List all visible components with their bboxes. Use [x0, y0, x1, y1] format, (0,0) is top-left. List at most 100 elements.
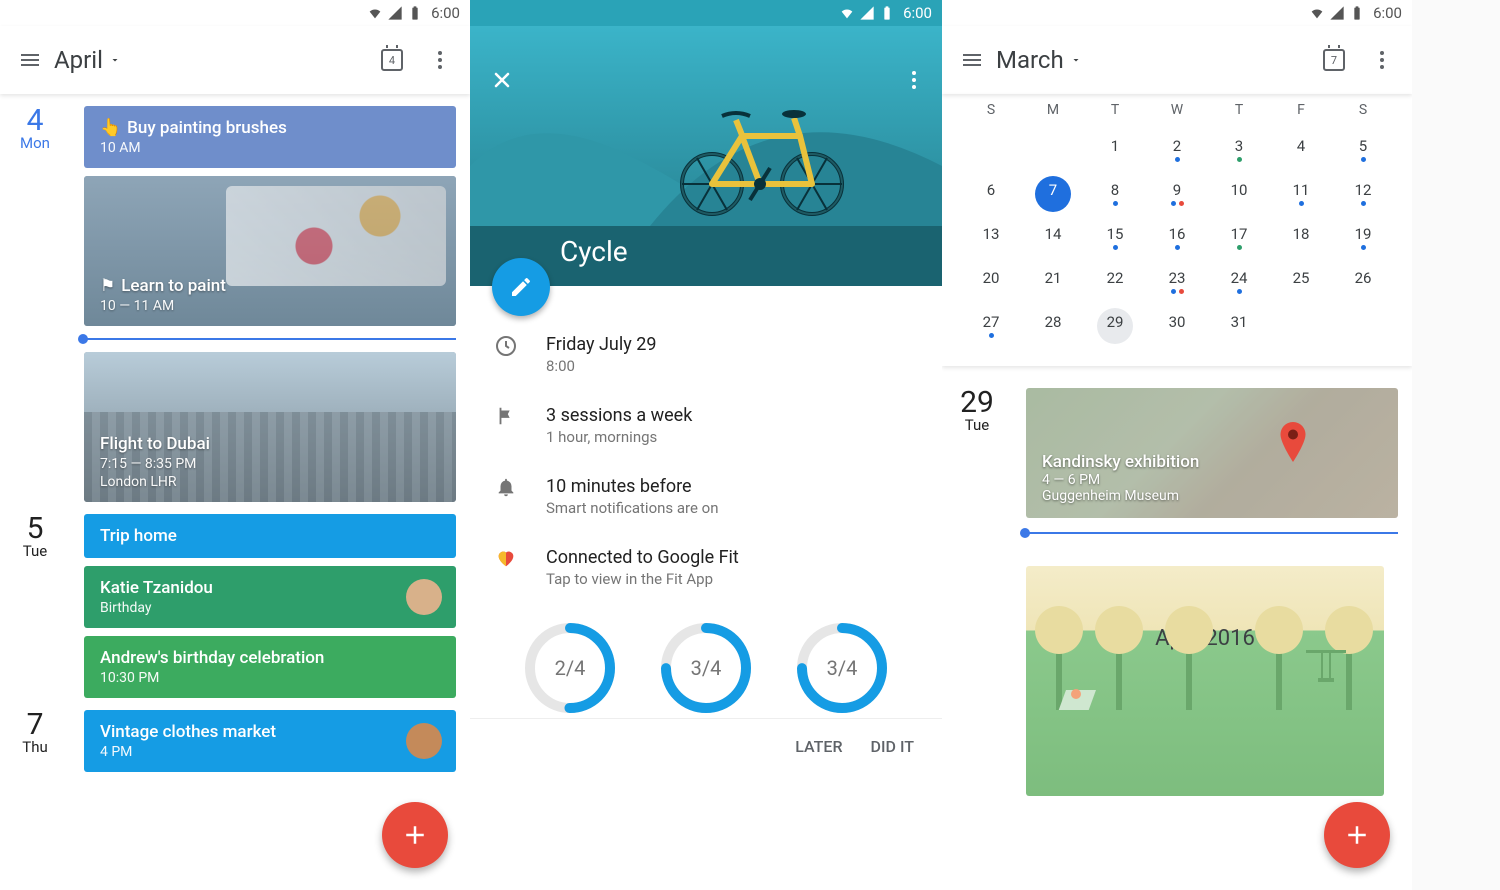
- calendar-day[interactable]: 3: [1208, 128, 1270, 172]
- calendar-day[interactable]: 6: [960, 172, 1022, 216]
- calendar-day[interactable]: 21: [1022, 260, 1084, 304]
- calendar-day[interactable]: 27: [960, 304, 1022, 348]
- battery-icon: [1349, 5, 1365, 21]
- calendar-day[interactable]: 31: [1208, 304, 1270, 348]
- month-banner: April 2016: [1026, 566, 1384, 796]
- wifi-icon: [839, 5, 855, 21]
- calendar-day[interactable]: 4: [1270, 128, 1332, 172]
- calendar-day[interactable]: 10: [1208, 172, 1270, 216]
- dow-label: S: [960, 102, 1022, 118]
- calendar-day: [1022, 128, 1084, 172]
- app-bar: April 4: [0, 26, 470, 94]
- bicycle-icon: [672, 96, 852, 216]
- calendar-day[interactable]: 30: [1146, 304, 1208, 348]
- day-marker: 29 Tue: [942, 388, 1012, 538]
- progress-circle[interactable]: 3/4: [792, 618, 892, 718]
- chevron-down-icon: [1070, 54, 1082, 66]
- calendar-day[interactable]: 18: [1270, 216, 1332, 260]
- clock-icon: [492, 334, 520, 375]
- overflow-button[interactable]: [416, 36, 464, 84]
- more-vert-icon: [428, 48, 452, 72]
- calendar-day[interactable]: 26: [1332, 260, 1394, 304]
- event-card[interactable]: 👆Buy painting brushes 10 AM: [84, 106, 456, 168]
- menu-button[interactable]: [948, 36, 996, 84]
- status-bar: 6:00: [470, 0, 942, 26]
- overflow-button[interactable]: [1358, 36, 1406, 84]
- avatar: [406, 579, 442, 615]
- status-time: 6:00: [903, 4, 932, 22]
- calendar-day[interactable]: 8: [1084, 172, 1146, 216]
- menu-button[interactable]: [6, 36, 54, 84]
- calendar-day[interactable]: 5: [1332, 128, 1394, 172]
- cell-signal-icon: [859, 5, 875, 21]
- event-card[interactable]: Katie Tzanidou Birthday: [84, 566, 456, 628]
- calendar-day[interactable]: 12: [1332, 172, 1394, 216]
- calendar-day[interactable]: 17: [1208, 216, 1270, 260]
- detail-row-goal[interactable]: 3 sessions a week1 hour, mornings: [492, 405, 920, 446]
- now-indicator: [1026, 532, 1398, 534]
- goal-title: Cycle: [560, 235, 628, 268]
- park-illustration: [1026, 600, 1384, 710]
- event-card[interactable]: Andrew's birthday celebration 10:30 PM: [84, 636, 456, 698]
- plus-icon: [1342, 820, 1372, 850]
- calendar-day[interactable]: 29: [1084, 304, 1146, 348]
- cell-signal-icon: [387, 5, 403, 21]
- detail-row-fit[interactable]: Connected to Google FitTap to view in th…: [492, 547, 920, 588]
- day-marker: 4 Mon: [0, 106, 70, 502]
- today-button[interactable]: 4: [368, 36, 416, 84]
- close-button[interactable]: [478, 56, 526, 104]
- status-bar: 6:00: [942, 0, 1412, 26]
- detail-row-reminder[interactable]: 10 minutes beforeSmart notifications are…: [492, 476, 920, 517]
- event-card[interactable]: Flight to Dubai 7:15 — 8:35 PM London LH…: [84, 352, 456, 502]
- calendar-day[interactable]: 24: [1208, 260, 1270, 304]
- status-time: 6:00: [431, 4, 460, 22]
- app-bar: March 7: [942, 26, 1412, 94]
- today-button[interactable]: 7: [1310, 36, 1358, 84]
- calendar-day[interactable]: 2: [1146, 128, 1208, 172]
- month-label: April: [54, 46, 103, 74]
- did-it-button[interactable]: DID IT: [871, 737, 914, 756]
- calendar-day[interactable]: 22: [1084, 260, 1146, 304]
- calendar-day[interactable]: 7: [1022, 172, 1084, 216]
- dow-label: T: [1208, 102, 1270, 118]
- goal-hero: Cycle: [470, 26, 942, 286]
- calendar-day[interactable]: 20: [960, 260, 1022, 304]
- progress-circle[interactable]: 3/4: [656, 618, 756, 718]
- progress-circle[interactable]: 2/4: [520, 618, 620, 718]
- calendar-day[interactable]: 23: [1146, 260, 1208, 304]
- calendar-day[interactable]: 13: [960, 216, 1022, 260]
- calendar-day: [960, 128, 1022, 172]
- day-marker: 5 Tue: [0, 514, 70, 698]
- month-grid: SMTWTFS 12345678910111213141516171819202…: [942, 94, 1412, 366]
- status-time: 6:00: [1373, 4, 1402, 22]
- status-bar: 6:00: [0, 0, 470, 26]
- more-vert-icon: [902, 68, 926, 92]
- event-card[interactable]: Kandinsky exhibition 4 — 6 PM Guggenheim…: [1026, 388, 1398, 518]
- day-marker: 7 Thu: [0, 710, 70, 772]
- calendar-day[interactable]: 15: [1084, 216, 1146, 260]
- event-card[interactable]: ⚑Learn to paint 10 — 11 AM: [84, 176, 456, 326]
- later-button[interactable]: LATER: [795, 737, 842, 756]
- dow-label: M: [1022, 102, 1084, 118]
- close-icon: [490, 68, 514, 92]
- edit-fab[interactable]: [492, 258, 550, 316]
- calendar-day[interactable]: 1: [1084, 128, 1146, 172]
- calendar-day[interactable]: 16: [1146, 216, 1208, 260]
- event-card[interactable]: Vintage clothes market 4 PM: [84, 710, 456, 772]
- flag-icon: ⚑: [100, 276, 115, 296]
- calendar-day[interactable]: 14: [1022, 216, 1084, 260]
- create-event-fab[interactable]: [1324, 802, 1390, 868]
- create-event-fab[interactable]: [382, 802, 448, 868]
- calendar-day[interactable]: 19: [1332, 216, 1394, 260]
- calendar-day[interactable]: 28: [1022, 304, 1084, 348]
- month-dropdown[interactable]: April: [54, 46, 121, 74]
- event-card[interactable]: Trip home: [84, 514, 456, 558]
- month-dropdown[interactable]: March: [996, 46, 1082, 74]
- calendar-day[interactable]: 25: [1270, 260, 1332, 304]
- more-vert-icon: [1370, 48, 1394, 72]
- detail-row-time[interactable]: Friday July 298:00: [492, 334, 920, 375]
- overflow-button[interactable]: [890, 56, 938, 104]
- calendar-day[interactable]: 9: [1146, 172, 1208, 216]
- calendar-day[interactable]: 11: [1270, 172, 1332, 216]
- dow-label: S: [1332, 102, 1394, 118]
